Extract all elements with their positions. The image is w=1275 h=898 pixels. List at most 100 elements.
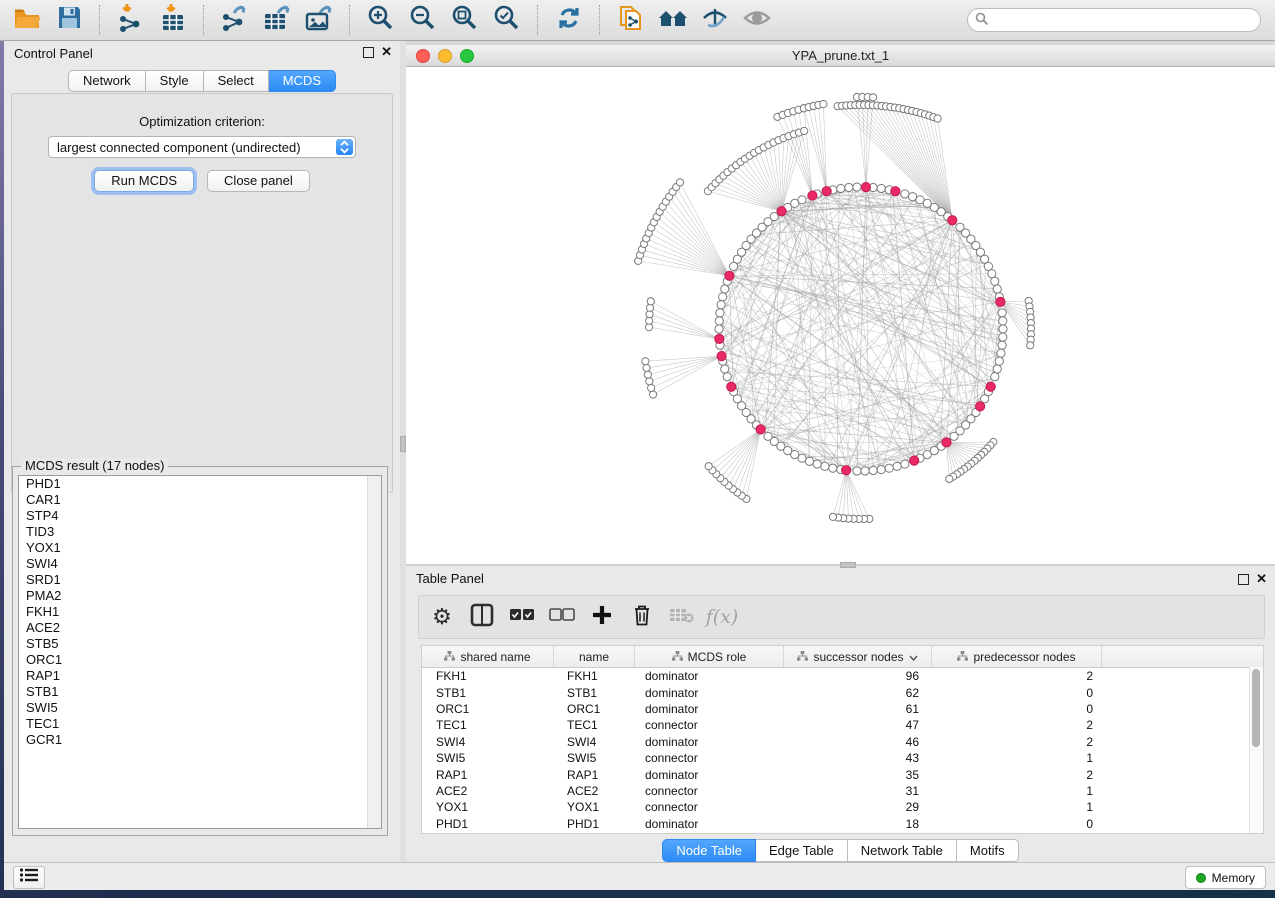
table-row[interactable]: RAP1RAP1dominator352	[422, 766, 1263, 782]
close-panel-button[interactable]: Close panel	[207, 170, 310, 192]
list-item[interactable]: STB1	[19, 684, 381, 700]
ring-node[interactable]	[829, 464, 837, 472]
table-row[interactable]: TEC1TEC1connector472	[422, 717, 1263, 733]
ring-node[interactable]	[995, 357, 1003, 365]
ring-node[interactable]	[877, 465, 885, 473]
search-field[interactable]	[967, 8, 1261, 32]
ring-node[interactable]	[721, 365, 729, 373]
fan-node[interactable]	[676, 179, 683, 186]
fan-node[interactable]	[870, 94, 877, 101]
table-row[interactable]: ACE2ACE2connector311	[422, 783, 1263, 799]
tab-network-table[interactable]: Network Table	[848, 839, 957, 862]
search-input[interactable]	[967, 8, 1261, 32]
list-item[interactable]: RAP1	[19, 668, 381, 684]
mcds-result-list[interactable]: PHD1CAR1STP4TID3YOX1SWI4SRD1PMA2FKH1ACE2…	[18, 475, 382, 829]
tab-node-table[interactable]: Node Table	[662, 839, 756, 862]
hide-graphics-button[interactable]	[694, 3, 736, 37]
ring-node[interactable]	[991, 373, 999, 381]
ring-node[interactable]	[999, 333, 1007, 341]
fan-node[interactable]	[946, 475, 953, 482]
column-header-name[interactable]: name	[554, 646, 635, 667]
ring-node[interactable]	[716, 309, 724, 317]
mcds-node[interactable]	[948, 216, 957, 225]
ring-node[interactable]	[845, 183, 853, 191]
refresh-button[interactable]	[548, 3, 590, 37]
deselect-all-button[interactable]	[547, 602, 577, 632]
optimization-criterion-select[interactable]: largest connected component (undirected)	[48, 136, 356, 158]
clone-network-button[interactable]	[610, 3, 652, 37]
ring-node[interactable]	[853, 467, 861, 475]
ring-node[interactable]	[893, 462, 901, 470]
list-item[interactable]: TID3	[19, 524, 381, 540]
export-image-button[interactable]	[298, 3, 340, 37]
export-table-button[interactable]	[256, 3, 298, 37]
fan-node[interactable]	[934, 115, 941, 122]
list-item[interactable]: GCR1	[19, 732, 381, 748]
import-table-button[interactable]	[152, 3, 194, 37]
mcds-node[interactable]	[942, 438, 951, 447]
close-table-panel-icon[interactable]: ✕	[1256, 571, 1267, 587]
ring-node[interactable]	[993, 285, 1001, 293]
ring-node[interactable]	[715, 317, 723, 325]
ring-node[interactable]	[999, 317, 1007, 325]
select-all-button[interactable]	[507, 602, 537, 632]
mcds-node[interactable]	[996, 297, 1005, 306]
ring-node[interactable]	[998, 341, 1006, 349]
tab-style[interactable]: Style	[146, 70, 204, 92]
network-graph[interactable]	[406, 67, 1275, 564]
ring-node[interactable]	[885, 464, 893, 472]
list-item[interactable]: SRD1	[19, 572, 381, 588]
mcds-node[interactable]	[717, 351, 726, 360]
column-header-shared-name[interactable]: shared name	[422, 646, 554, 667]
fan-node[interactable]	[1027, 342, 1034, 349]
list-item[interactable]: SWI5	[19, 700, 381, 716]
zoom-selected-button[interactable]	[486, 3, 528, 37]
export-network-button[interactable]	[214, 3, 256, 37]
tab-motifs[interactable]: Motifs	[957, 839, 1019, 862]
list-item[interactable]: PHD1	[19, 476, 381, 492]
mcds-node[interactable]	[842, 466, 851, 475]
tab-edge-table[interactable]: Edge Table	[756, 839, 848, 862]
table-row[interactable]: FKH1FKH1dominator962	[422, 668, 1263, 684]
mcds-node[interactable]	[861, 182, 870, 191]
ring-node[interactable]	[869, 466, 877, 474]
ring-node[interactable]	[719, 293, 727, 301]
fan-node[interactable]	[801, 127, 808, 134]
ring-node[interactable]	[723, 373, 731, 381]
fan-node[interactable]	[646, 378, 653, 385]
fan-node[interactable]	[644, 371, 651, 378]
ring-node[interactable]	[821, 462, 829, 470]
node-table[interactable]: shared namenameMCDS rolesuccessor nodesp…	[421, 645, 1264, 834]
table-row[interactable]: SWI5SWI5connector431	[422, 750, 1263, 766]
ring-node[interactable]	[717, 301, 725, 309]
ring-node[interactable]	[721, 285, 729, 293]
list-item[interactable]: ORC1	[19, 652, 381, 668]
run-mcds-button[interactable]: Run MCDS	[94, 170, 194, 192]
fan-node[interactable]	[705, 463, 712, 470]
ring-node[interactable]	[715, 325, 723, 333]
ring-node[interactable]	[861, 467, 869, 475]
ring-node[interactable]	[901, 190, 909, 198]
list-item[interactable]: ACE2	[19, 620, 381, 636]
ring-node[interactable]	[999, 325, 1007, 333]
ring-node[interactable]	[998, 309, 1006, 317]
zoom-in-button[interactable]	[360, 3, 402, 37]
table-row[interactable]: PHD1PHD1dominator180	[422, 816, 1263, 832]
ring-node[interactable]	[997, 349, 1005, 357]
toggle-panel-button[interactable]	[467, 602, 497, 632]
mcds-node[interactable]	[715, 334, 724, 343]
float-panel-icon[interactable]	[363, 47, 374, 58]
fan-node[interactable]	[647, 298, 654, 305]
table-scrollbar-thumb[interactable]	[1252, 669, 1260, 747]
fan-node[interactable]	[820, 101, 827, 108]
create-column-button[interactable]	[587, 602, 617, 632]
mcds-node[interactable]	[891, 187, 900, 196]
mcds-node[interactable]	[808, 191, 817, 200]
column-header-MCDS-role[interactable]: MCDS role	[635, 646, 784, 667]
tab-select[interactable]: Select	[204, 70, 269, 92]
ring-node[interactable]	[853, 183, 861, 191]
fan-node[interactable]	[829, 513, 836, 520]
table-row[interactable]: STB1STB1dominator620	[422, 684, 1263, 700]
show-panels-button[interactable]	[13, 866, 45, 889]
ring-node[interactable]	[798, 196, 806, 204]
